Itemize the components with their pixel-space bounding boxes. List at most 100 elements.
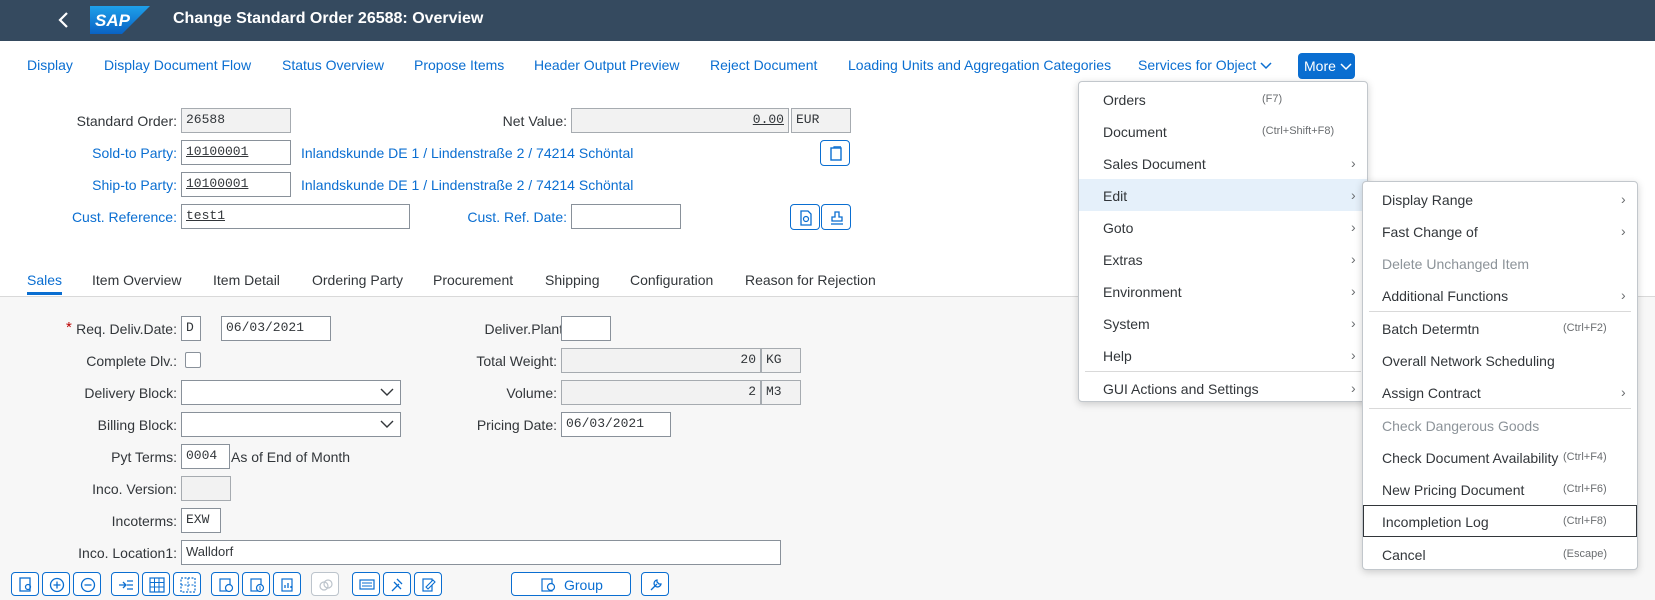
menu-item-display-range[interactable]: Display Range › [1363, 183, 1637, 215]
total-weight-label: Total Weight: [476, 353, 557, 369]
status-overview-button[interactable]: Status Overview [282, 57, 384, 73]
tab-configuration[interactable]: Configuration [630, 272, 713, 288]
tab-sales[interactable]: Sales [27, 272, 63, 295]
group-button[interactable]: Group [511, 572, 631, 596]
complete-dlv-label: Complete Dlv.: [86, 353, 177, 369]
menu-item-new-pricing-document[interactable]: New Pricing Document (Ctrl+F6) [1363, 473, 1637, 505]
menu-item-check-document-availability[interactable]: Check Document Availability (Ctrl+F4) [1363, 441, 1637, 473]
add-item-button[interactable] [42, 572, 70, 596]
cust-ref-date-field[interactable] [571, 204, 681, 229]
deselect-all-button[interactable] [173, 572, 201, 596]
complete-dlv-checkbox[interactable] [185, 352, 201, 368]
stamp-button[interactable] [821, 204, 851, 230]
menu-item-delete-unchanged-item[interactable]: Delete Unchanged Item [1363, 247, 1637, 279]
incoterms-label: Incoterms: [111, 513, 177, 529]
pricing-button[interactable] [242, 572, 270, 596]
menu-item-orders[interactable]: Orders (F7) [1079, 83, 1367, 115]
edit-document-button[interactable] [414, 572, 442, 596]
disabled-button[interactable] [311, 572, 339, 596]
menu-item-incompletion-log[interactable]: Incompletion Log (Ctrl+F8) [1363, 505, 1637, 537]
item-details-button[interactable] [11, 572, 39, 596]
menu-item-batch-determtn[interactable]: Batch Determtn (Ctrl+F2) [1363, 312, 1637, 344]
cust-reference-label[interactable]: Cust. Reference: [60, 209, 177, 225]
config-button[interactable] [273, 572, 301, 596]
menu-item-additional-functions[interactable]: Additional Functions › [1363, 279, 1637, 311]
copy-icon [830, 146, 842, 161]
tab-procurement[interactable]: Procurement [433, 272, 513, 288]
menu-item-help[interactable]: Help › [1079, 339, 1367, 371]
document-search-button[interactable] [790, 204, 820, 230]
delete-item-button[interactable] [73, 572, 101, 596]
display-document-flow-button[interactable]: Display Document Flow [104, 57, 251, 73]
menu-item-check-dangerous-goods[interactable]: Check Dangerous Goods [1363, 409, 1637, 441]
delivery-block-select[interactable] [181, 380, 401, 405]
header-output-preview-button[interactable]: Header Output Preview [534, 57, 680, 73]
ship-to-party-field[interactable]: 10100001 [181, 172, 291, 197]
back-icon[interactable] [52, 8, 76, 32]
menu-item-goto[interactable]: Goto › [1079, 211, 1367, 243]
ship-to-party-label[interactable]: Ship-to Party: [60, 177, 177, 193]
chevron-right-icon: › [1621, 384, 1626, 400]
incoterms-field[interactable]: EXW [181, 508, 221, 533]
display-screen-button[interactable] [352, 572, 380, 596]
menu-item-label: Environment [1103, 284, 1182, 300]
menu-item-extras[interactable]: Extras › [1079, 243, 1367, 275]
menu-item-shortcut: (Ctrl+F4) [1563, 451, 1607, 463]
menu-item-sales-document[interactable]: Sales Document › [1079, 147, 1367, 179]
req-deliv-date-type-field[interactable]: D [181, 316, 201, 341]
menu-item-document[interactable]: Document (Ctrl+Shift+F8) [1079, 115, 1367, 147]
reject-document-button[interactable]: Reject Document [710, 57, 817, 73]
menu-item-system[interactable]: System › [1079, 307, 1367, 339]
total-weight-field[interactable]: 20 [561, 348, 761, 373]
tab-item-detail[interactable]: Item Detail [213, 272, 280, 288]
cust-reference-field[interactable]: test1 [181, 204, 410, 229]
menu-item-assign-contract[interactable]: Assign Contract › [1363, 376, 1637, 408]
pyt-terms-field[interactable]: 0004 [181, 444, 230, 469]
standard-order-field[interactable]: 26588 [181, 108, 291, 133]
propose-items-button[interactable]: Propose Items [414, 57, 504, 73]
menu-item-environment[interactable]: Environment › [1079, 275, 1367, 307]
menu-item-fast-change-of[interactable]: Fast Change of › [1363, 215, 1637, 247]
schedule-lines-button[interactable] [211, 572, 239, 596]
indent-button[interactable] [111, 572, 139, 596]
inco-location-field[interactable]: Walldorf [181, 540, 781, 565]
copy-button[interactable] [820, 140, 850, 166]
billing-block-select[interactable] [181, 412, 401, 437]
ship-to-party-description[interactable]: Inlandskunde DE 1 / Lindenstraße 2 / 742… [301, 177, 633, 193]
tab-item-overview[interactable]: Item Overview [92, 272, 181, 288]
chevron-down-icon [1260, 62, 1272, 70]
deliver-plant-field[interactable] [561, 316, 611, 341]
tab-shipping[interactable]: Shipping [545, 272, 600, 288]
total-weight-unit[interactable]: KG [761, 348, 801, 373]
loading-units-button[interactable]: Loading Units and Aggregation Categories [848, 57, 1111, 73]
menu-item-overall-network-scheduling[interactable]: Overall Network Scheduling [1363, 344, 1637, 376]
chevron-right-icon: › [1621, 287, 1626, 303]
display-button[interactable]: Display [27, 57, 73, 73]
services-for-object-button[interactable]: Services for Object [1138, 57, 1272, 73]
tab-ordering-party[interactable]: Ordering Party [312, 272, 403, 288]
menu-item-gui-actions[interactable]: GUI Actions and Settings › [1079, 372, 1367, 404]
sold-to-party-description[interactable]: Inlandskunde DE 1 / Lindenstraße 2 / 742… [301, 145, 633, 161]
menu-item-label: Sales Document [1103, 156, 1206, 172]
sold-to-party-field[interactable]: 10100001 [181, 140, 291, 165]
tools-button[interactable] [383, 572, 411, 596]
volume-field[interactable]: 2 [561, 380, 761, 405]
pricing-date-field[interactable]: 06/03/2021 [561, 412, 671, 437]
req-deliv-date-field[interactable]: 06/03/2021 [221, 316, 331, 341]
menu-item-cancel[interactable]: Cancel (Escape) [1363, 538, 1637, 570]
remove-icon [80, 577, 96, 593]
document-search-icon [19, 577, 32, 592]
sold-to-party-label[interactable]: Sold-to Party: [60, 145, 177, 161]
menu-item-label: Goto [1103, 220, 1134, 236]
menu-item-edit[interactable]: Edit › [1079, 179, 1367, 211]
inco-version-field[interactable] [181, 476, 231, 501]
tab-reason-for-rejection[interactable]: Reason for Rejection [745, 272, 876, 288]
more-button[interactable]: More [1298, 53, 1355, 79]
currency-field[interactable]: EUR [791, 108, 851, 133]
cust-ref-date-label[interactable]: Cust. Ref. Date: [450, 209, 567, 225]
net-value-field[interactable]: 0.00 [571, 108, 789, 133]
wrench-button[interactable] [641, 572, 669, 596]
more-label: More [1304, 58, 1336, 74]
select-all-button[interactable] [142, 572, 170, 596]
volume-unit[interactable]: M3 [761, 380, 801, 405]
